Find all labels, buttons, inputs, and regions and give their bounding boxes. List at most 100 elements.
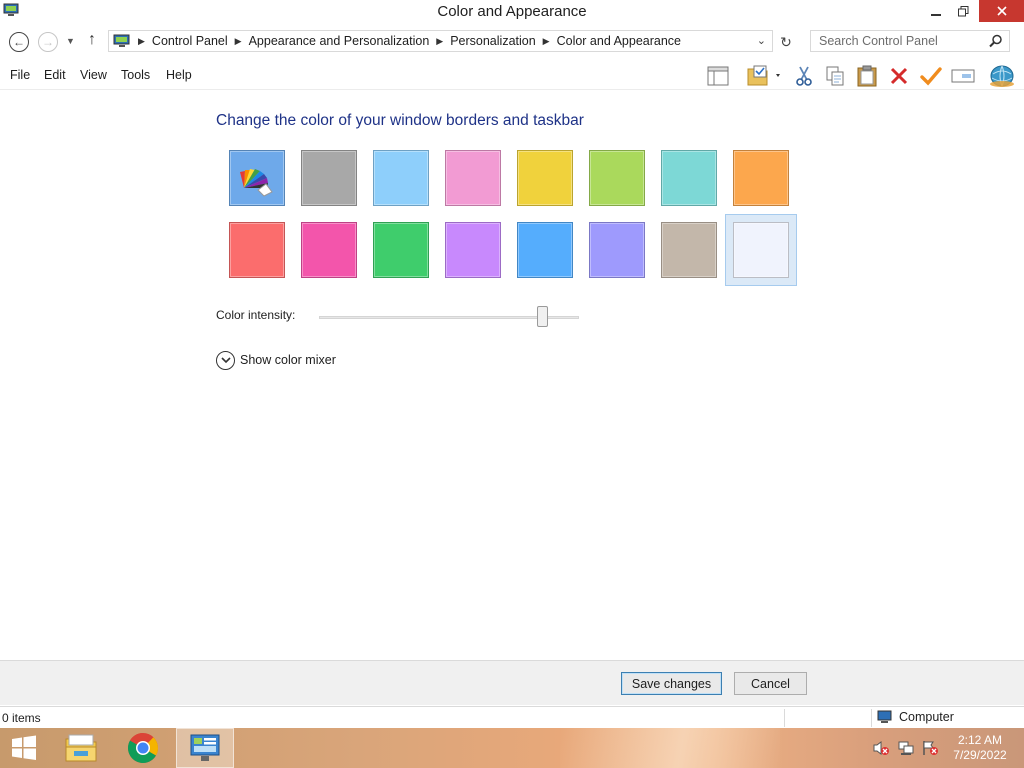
menu-help[interactable]: Help [166, 68, 192, 82]
color-swatch[interactable] [365, 214, 437, 286]
color-swatch[interactable] [293, 142, 365, 214]
color-swatch[interactable] [581, 214, 653, 286]
color-palette-icon [240, 169, 273, 197]
save-changes-button[interactable]: Save changes [621, 672, 722, 695]
chevron-right-icon: ▶ [138, 35, 145, 46]
folder-properties-icon [747, 65, 780, 86]
delete-icon [890, 67, 908, 85]
layout-button[interactable] [705, 64, 731, 88]
color-swatch-fill [373, 150, 429, 206]
forward-button[interactable]: → [38, 32, 58, 52]
refresh-icon: ↻ [780, 33, 792, 50]
menu-file[interactable]: File [10, 68, 30, 82]
volume-muted-icon[interactable] [872, 740, 890, 756]
breadcrumb-control-panel[interactable]: Control Panel [152, 34, 228, 48]
color-swatch[interactable] [509, 214, 581, 286]
network-status-icon[interactable] [897, 740, 915, 756]
color-swatch-fill [301, 150, 357, 206]
rename-icon [951, 69, 975, 83]
color-swatch-fill [589, 150, 645, 206]
items-count: 0 items [2, 711, 41, 725]
properties-button[interactable] [918, 64, 944, 88]
taskbar-chrome[interactable] [114, 728, 172, 768]
search-icon[interactable] [989, 34, 1003, 48]
color-swatch-fill [301, 222, 357, 278]
show-color-mixer-label: Show color mixer [240, 353, 336, 367]
taskbar-control-panel[interactable] [176, 728, 234, 768]
search-input[interactable] [819, 34, 979, 48]
restore-button[interactable] [945, 0, 981, 22]
network-icon [990, 65, 1014, 88]
cancel-button[interactable]: Cancel [734, 672, 807, 695]
start-button[interactable] [0, 728, 48, 768]
up-button[interactable]: ↑ [88, 31, 96, 49]
color-swatch[interactable] [725, 142, 797, 214]
copy-button[interactable] [822, 64, 848, 88]
minimize-icon [931, 14, 941, 16]
status-divider [871, 709, 872, 727]
paste-icon [857, 65, 877, 87]
back-button[interactable]: ← [9, 32, 29, 52]
color-intensity-label: Color intensity: [216, 308, 296, 322]
search-box[interactable] [810, 30, 1010, 52]
color-swatch-fill [589, 222, 645, 278]
address-bar[interactable]: ▶ Control Panel ▶ Appearance and Persona… [108, 30, 773, 52]
menu-edit[interactable]: Edit [44, 68, 66, 82]
status-location: Computer [877, 710, 954, 724]
close-button[interactable] [979, 0, 1024, 22]
close-icon [996, 6, 1007, 16]
breadcrumb-appearance-personalization[interactable]: Appearance and Personalization [249, 34, 430, 48]
breadcrumb-color-appearance[interactable]: Color and Appearance [557, 34, 681, 48]
window-title: Color and Appearance [437, 3, 587, 20]
layout-icon [707, 66, 729, 86]
color-swatch[interactable] [293, 214, 365, 286]
menu-view[interactable]: View [80, 68, 107, 82]
color-swatch[interactable] [653, 214, 725, 286]
system-clock[interactable]: 2:12 AM 7/29/2022 [946, 733, 1014, 763]
windows-logo-icon [12, 735, 36, 760]
color-swatch[interactable] [509, 142, 581, 214]
page-heading: Change the color of your window borders … [216, 112, 584, 129]
taskbar-file-explorer[interactable] [52, 728, 110, 768]
forward-arrow-icon: → [42, 35, 54, 49]
network-button[interactable] [989, 64, 1015, 88]
back-arrow-icon: ← [13, 35, 25, 49]
color-swatch[interactable] [725, 214, 797, 286]
copy-icon [826, 66, 844, 86]
checkmark-icon [920, 67, 942, 86]
menu-tools[interactable]: Tools [121, 68, 150, 82]
color-swatch-fill [517, 222, 573, 278]
color-swatch[interactable] [581, 142, 653, 214]
color-swatch[interactable] [365, 142, 437, 214]
title-bar: Color and Appearance [0, 0, 1024, 24]
chevron-right-icon[interactable]: ▶ [235, 36, 242, 47]
delete-button[interactable] [886, 64, 912, 88]
recent-locations-button[interactable]: ▼ [66, 36, 75, 46]
show-color-mixer-toggle[interactable]: Show color mixer [216, 350, 336, 370]
status-divider [784, 709, 785, 727]
paste-button[interactable] [854, 64, 880, 88]
chevron-right-icon[interactable]: ▶ [436, 36, 443, 47]
chevron-right-icon[interactable]: ▶ [543, 36, 550, 47]
color-swatch[interactable] [221, 214, 293, 286]
action-center-alert-icon[interactable] [921, 740, 939, 756]
rename-button[interactable] [950, 64, 976, 88]
control-panel-icon [190, 734, 220, 761]
folder-properties-button[interactable] [742, 64, 788, 88]
breadcrumb-personalization[interactable]: Personalization [450, 34, 535, 48]
color-swatch-fill [229, 222, 285, 278]
color-intensity-slider-thumb[interactable] [537, 306, 549, 327]
cut-button[interactable] [791, 64, 817, 88]
color-swatch[interactable] [437, 142, 509, 214]
color-swatch[interactable] [437, 214, 509, 286]
status-bar: 0 items Computer [0, 706, 1024, 728]
status-location-label: Computer [899, 710, 954, 724]
refresh-button[interactable]: ↻ [776, 32, 796, 52]
address-dropdown-button[interactable]: ⌄ [757, 34, 766, 47]
color-swatch[interactable] [653, 142, 725, 214]
wallpaper-highlight [560, 728, 780, 768]
color-swatch[interactable] [221, 142, 293, 214]
color-swatch-fill [229, 150, 285, 206]
menu-bar: File Edit View Tools Help [0, 60, 1024, 90]
up-arrow-icon: ↑ [88, 31, 96, 48]
